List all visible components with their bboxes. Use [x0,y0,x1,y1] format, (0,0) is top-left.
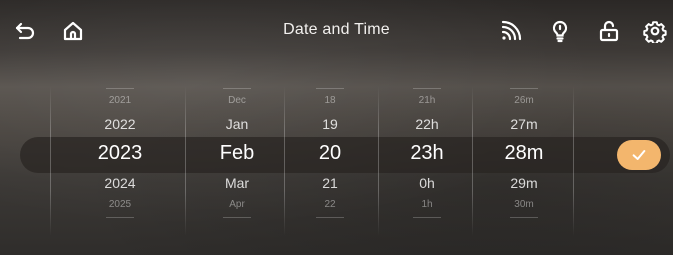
year-option[interactable]: 2021 [70,95,170,106]
scroll-fade-mark [413,88,441,89]
minute-picker-column[interactable]: 26m 27m 28m 29m 30m [474,86,574,236]
hour-option[interactable]: 1h [377,199,477,210]
scroll-fade-mark [316,88,344,89]
month-picker-column[interactable]: Dec Jan Feb Mar Apr [187,86,287,236]
year-selected[interactable]: 2023 [70,142,170,165]
month-selected[interactable]: Feb [187,142,287,165]
hour-option[interactable]: 22h [377,116,477,132]
date-time-screen: Date and Time 2021 2022 2023 2024 2025 D… [0,0,673,255]
scroll-fade-mark [223,217,251,218]
hour-option[interactable]: 21h [377,95,477,106]
month-option[interactable]: Dec [187,95,287,106]
minute-option[interactable]: 26m [474,95,574,106]
scroll-fade-mark [106,217,134,218]
day-option[interactable]: 22 [280,199,380,210]
hour-selected[interactable]: 23h [377,142,477,165]
minute-option[interactable]: 27m [474,116,574,132]
gear-icon[interactable] [641,17,669,45]
month-option[interactable]: Mar [187,175,287,191]
scroll-fade-mark [223,88,251,89]
unlock-icon[interactable] [595,17,623,45]
scroll-fade-mark [510,88,538,89]
day-option[interactable]: 21 [280,175,380,191]
scroll-fade-mark [106,88,134,89]
hour-option[interactable]: 0h [377,175,477,191]
year-option[interactable]: 2025 [70,199,170,210]
column-divider [50,86,51,236]
year-picker-column[interactable]: 2021 2022 2023 2024 2025 [70,86,170,236]
year-option[interactable]: 2024 [70,175,170,191]
day-selected[interactable]: 20 [280,142,380,165]
month-option[interactable]: Jan [187,116,287,132]
hour-picker-column[interactable]: 21h 22h 23h 0h 1h [377,86,477,236]
confirm-button[interactable] [617,140,661,170]
column-divider [185,86,186,236]
day-option[interactable]: 18 [280,95,380,106]
check-icon [632,150,646,160]
month-option[interactable]: Apr [187,199,287,210]
scroll-fade-mark [510,217,538,218]
minute-selected[interactable]: 28m [474,142,574,165]
day-option[interactable]: 19 [280,116,380,132]
minute-option[interactable]: 30m [474,199,574,210]
scroll-fade-mark [316,217,344,218]
top-bar: Date and Time [0,0,673,62]
wifi-icon[interactable] [497,17,525,45]
year-option[interactable]: 2022 [70,116,170,132]
day-picker-column[interactable]: 18 19 20 21 22 [280,86,380,236]
scroll-fade-mark [413,217,441,218]
light-bulb-icon[interactable] [546,17,574,45]
minute-option[interactable]: 29m [474,175,574,191]
